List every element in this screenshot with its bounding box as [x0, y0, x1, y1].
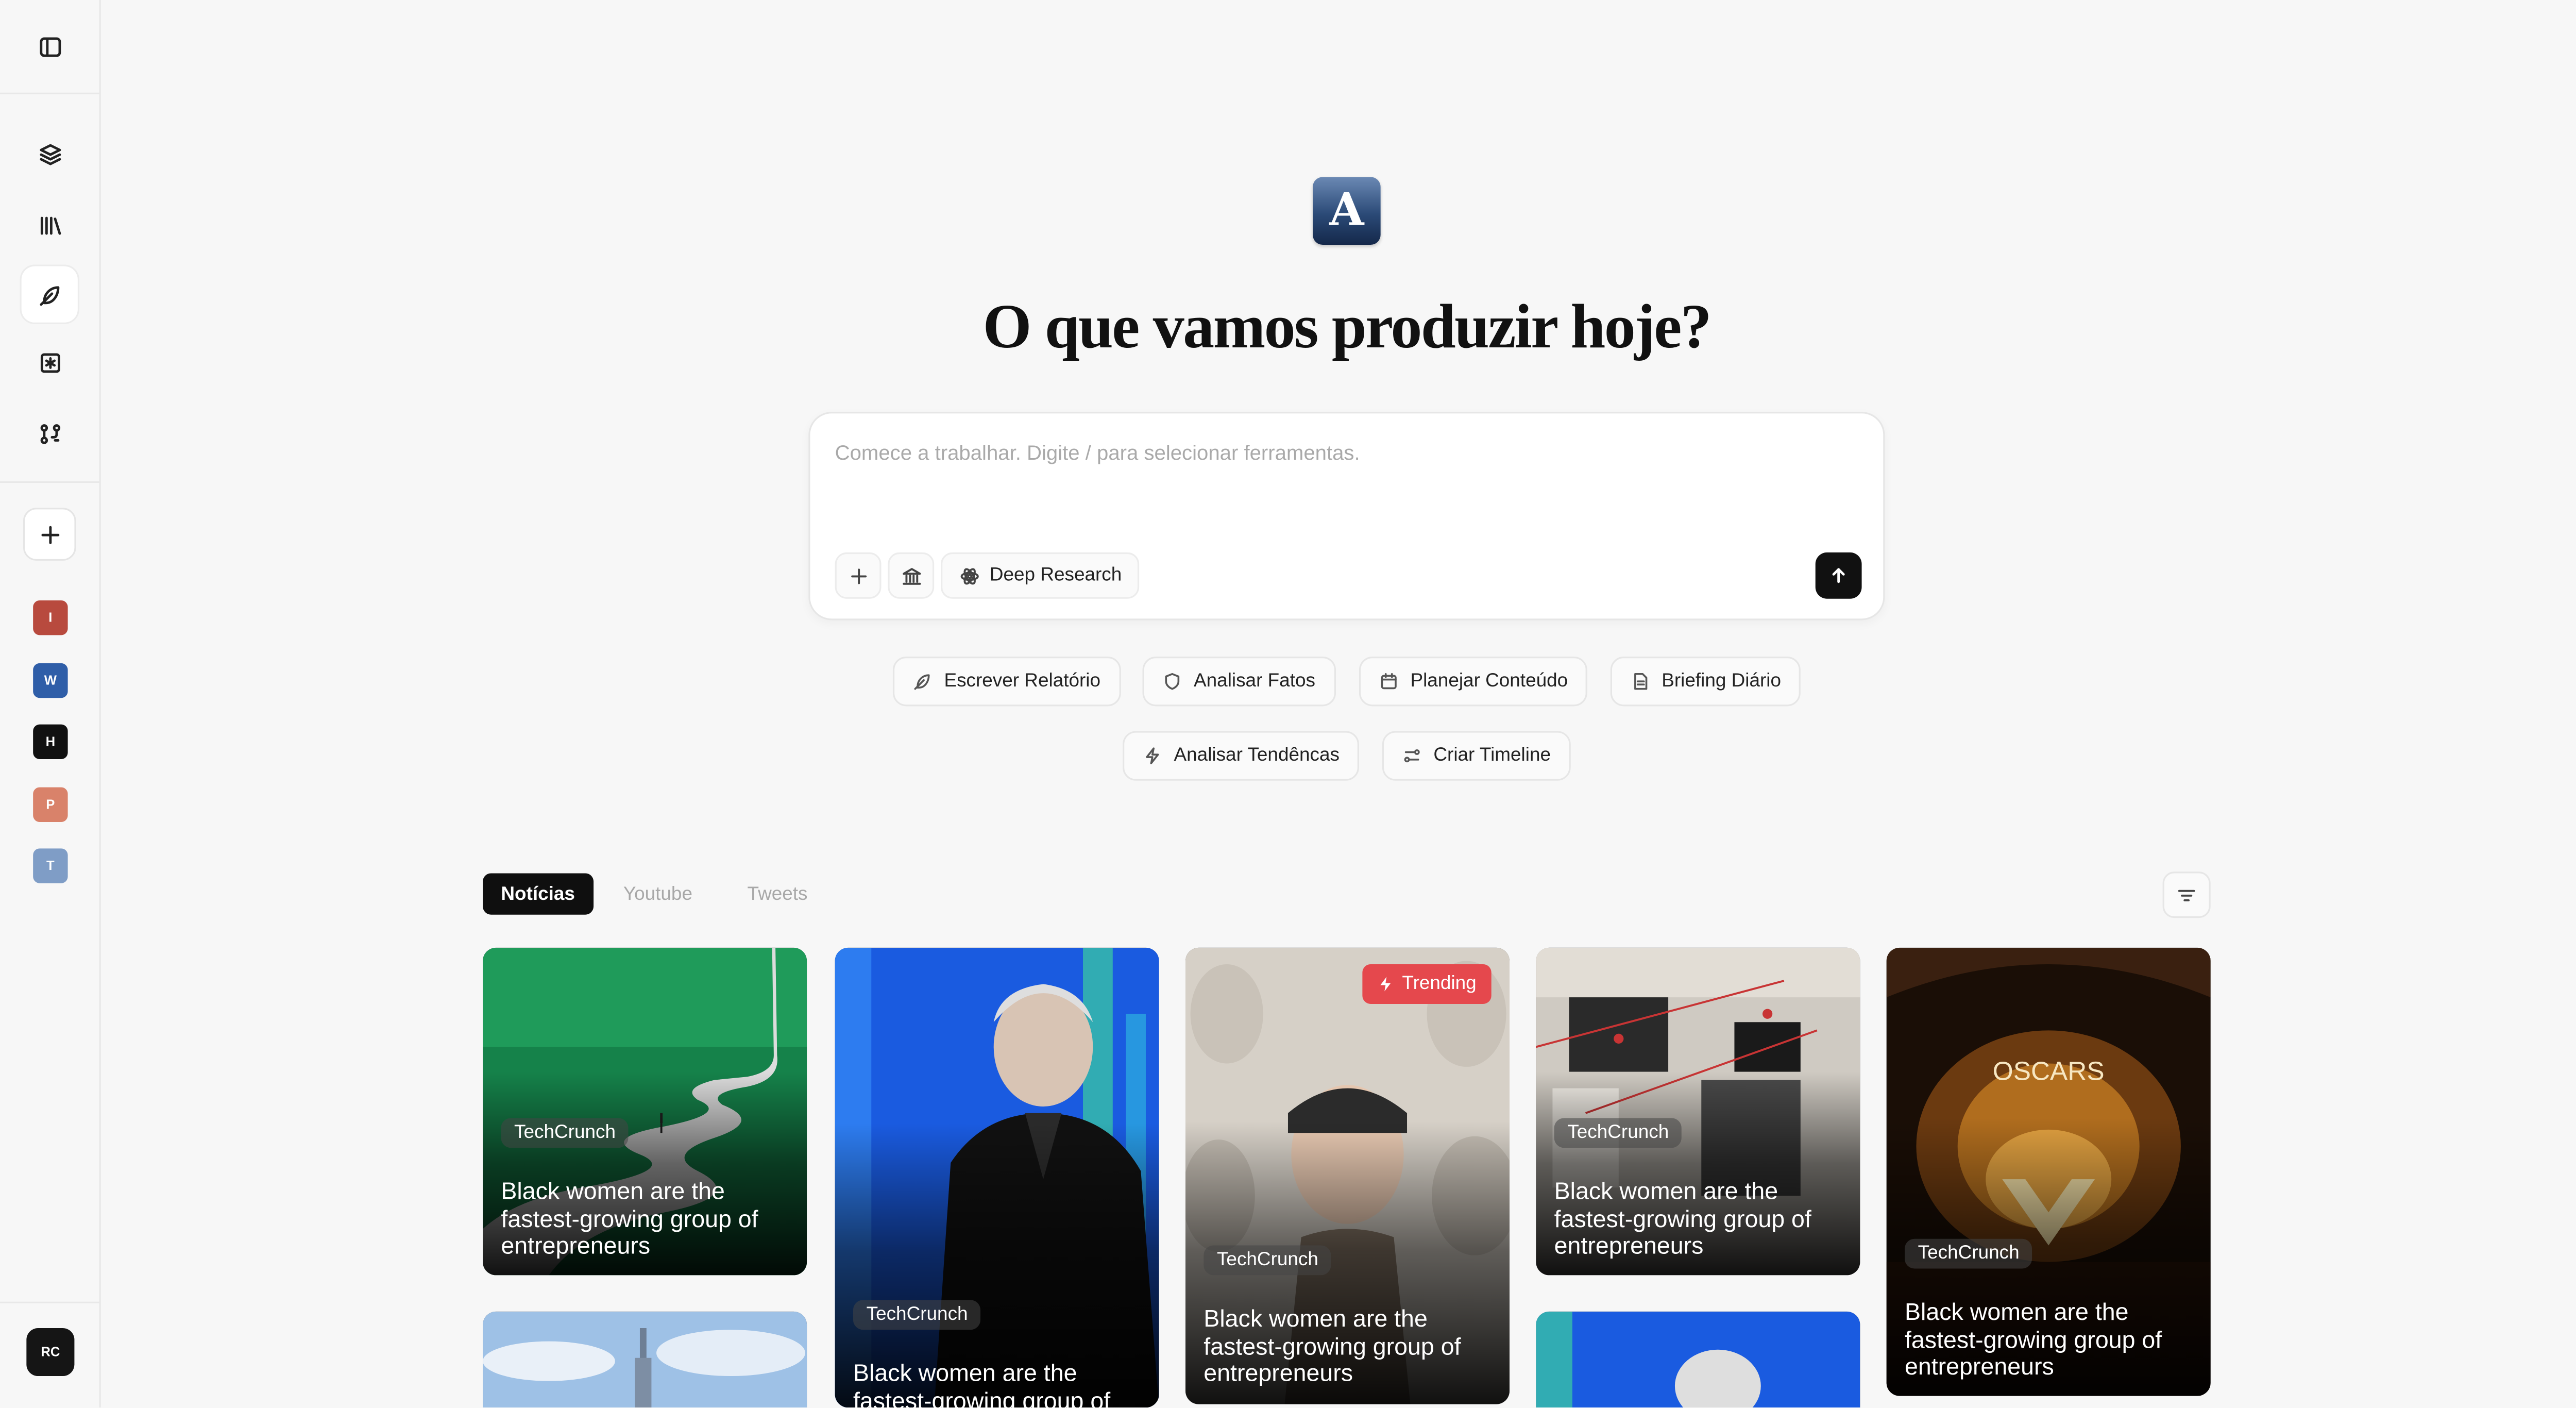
app-root: I W H P T RC A O que vamos produzir hoje… [0, 0, 2576, 1408]
feather-icon [39, 285, 59, 305]
chip-label: Escrever Relatório [944, 671, 1101, 692]
chip-escrever-relatorio[interactable]: Escrever Relatório [892, 657, 1121, 707]
lightning-icon [1146, 747, 1159, 764]
tab-youtube[interactable]: Youtube [605, 873, 711, 914]
news-card[interactable]: TechCrunch Black women are the fastest-g… [1536, 947, 1860, 1276]
card-title: Black women are the fastest-growing grou… [1554, 1179, 1811, 1261]
card-source: TechCrunch [853, 1300, 981, 1330]
timeline-icon [1404, 749, 1420, 763]
sidebar-item-asterisk[interactable] [22, 334, 78, 390]
feather-icon [914, 674, 930, 690]
deep-research-button[interactable]: Deep Research [941, 552, 1140, 599]
workspace-letter: T [46, 858, 55, 874]
sidebar-divider [0, 1301, 99, 1303]
card-title: Black women are the fastest-growing grou… [853, 1361, 1111, 1408]
workspace-w[interactable]: W [33, 663, 68, 698]
news-card[interactable]: TechCrunch Black women are the fastest-g… [835, 947, 1159, 1408]
card-title: Black women are the fastest-growing grou… [1204, 1306, 1461, 1388]
sidebar-item-workflows[interactable] [22, 405, 78, 461]
trending-badge: Trending [1362, 964, 1492, 1004]
page-title: O que vamos produzir hoje? [982, 293, 1712, 362]
news-card[interactable] [483, 1311, 807, 1408]
chip-briefing-diario[interactable]: Briefing Diário [1610, 657, 1801, 707]
user-avatar[interactable]: RC [26, 1328, 75, 1377]
deep-research-label: Deep Research [989, 565, 1122, 586]
plus-icon [850, 567, 866, 583]
sidebar: I W H P T RC [0, 0, 101, 1408]
toggle-sidebar-button[interactable] [22, 18, 78, 74]
asterisk-box-icon [40, 352, 60, 372]
chip-label: Analisar Tendêncas [1174, 746, 1340, 766]
app-logo: A [1313, 177, 1381, 245]
workspace-letter: P [46, 797, 55, 812]
nodes-icon [40, 423, 60, 444]
workspace-h[interactable]: H [33, 724, 68, 760]
workspace-p[interactable]: P [33, 787, 68, 822]
attach-button[interactable] [835, 552, 882, 599]
news-card[interactable] [1536, 1311, 1860, 1408]
workspace-t[interactable]: T [33, 848, 68, 883]
news-card[interactable]: TechCrunch Black women are the fastest-g… [483, 947, 807, 1276]
news-card[interactable]: Trending TechCrunch Black women are the … [1185, 947, 1510, 1404]
arrow-up-icon [1832, 568, 1845, 583]
calendar-icon [1381, 673, 1397, 690]
sidebar-divider [0, 481, 99, 483]
lightning-icon [1380, 977, 1391, 992]
chip-label: Briefing Diário [1662, 671, 1782, 692]
workspace-letter: H [45, 734, 56, 749]
sidebar-item-compose[interactable] [21, 266, 78, 323]
chip-planejar-conteudo[interactable]: Planejar Conteúdo [1359, 657, 1588, 707]
workspace-letter: I [48, 610, 53, 626]
send-button[interactable] [1815, 552, 1862, 599]
card-source: TechCrunch [1904, 1238, 2033, 1269]
document-icon [1634, 673, 1648, 690]
chip-label: Planejar Conteúdo [1410, 671, 1568, 692]
workspace-letter: W [44, 673, 57, 689]
library-icon [40, 216, 60, 234]
shield-icon [1165, 673, 1180, 690]
card-title: Black women are the fastest-growing grou… [1904, 1300, 2162, 1381]
logo-letter: A [1329, 185, 1364, 237]
card-source: TechCrunch [501, 1118, 629, 1148]
chip-analisar-fatos[interactable]: Analisar Fatos [1142, 657, 1335, 707]
chip-analisar-tendencas[interactable]: Analisar Tendêncas [1123, 731, 1360, 781]
prompt-input[interactable]: Comece a trabalhar. Digite / para seleci… [835, 442, 1360, 465]
card-title: Black women are the fastest-growing grou… [501, 1179, 758, 1261]
sidebar-panel-icon [39, 36, 60, 56]
trending-label: Trending [1402, 974, 1477, 994]
card-source: TechCrunch [1554, 1118, 1682, 1148]
user-initials: RC [41, 1345, 60, 1360]
sidebar-divider [0, 92, 99, 94]
plus-icon [40, 525, 59, 544]
workspace-i[interactable]: I [33, 600, 68, 635]
filter-button[interactable] [2162, 871, 2211, 918]
chip-label: Criar Timeline [1433, 746, 1551, 766]
card-source: TechCrunch [1204, 1245, 1332, 1276]
filter-icon [2178, 889, 2195, 901]
prompt-box[interactable]: Comece a trabalhar. Digite / para seleci… [808, 412, 1885, 621]
sources-button[interactable] [888, 552, 935, 599]
oscars-sign-text: OSCARS [1993, 1057, 2105, 1086]
card-image-city-skyline [483, 1311, 807, 1408]
tab-tweets[interactable]: Tweets [729, 873, 826, 914]
sidebar-item-layers[interactable] [22, 126, 78, 182]
bank-icon [902, 567, 920, 584]
tab-noticias[interactable]: Notícias [483, 873, 594, 915]
card-image-blue-portrait [1536, 1311, 1860, 1408]
chip-label: Analisar Fatos [1194, 671, 1315, 692]
layers-icon [39, 143, 60, 164]
news-card[interactable]: OSCARS TechCrunch Black women are the fa… [1886, 947, 2211, 1396]
atom-icon [960, 567, 978, 584]
add-workspace-button[interactable] [23, 508, 76, 561]
sidebar-item-library[interactable] [22, 197, 78, 253]
chip-criar-timeline[interactable]: Criar Timeline [1382, 731, 1571, 781]
